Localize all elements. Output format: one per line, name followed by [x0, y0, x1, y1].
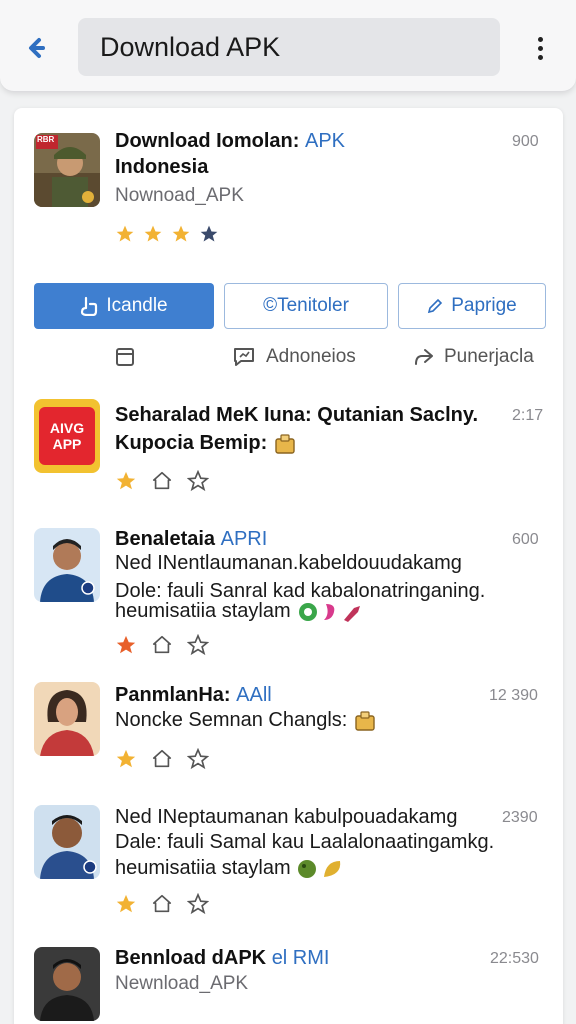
- item-1-count: 2:17: [512, 407, 544, 424]
- star-outline-icon[interactable]: [187, 634, 209, 656]
- featured-subtitle: Nownoad_APK: [115, 185, 244, 206]
- item-3-count: 12 390: [489, 687, 538, 704]
- item-2-line3: heumisatiia staylam: [115, 597, 366, 625]
- pencil-icon: [428, 298, 443, 314]
- item-4-line3: heumisatiia staylam: [115, 854, 346, 882]
- top-app-bar: Download APK: [0, 0, 576, 92]
- star-filled-icon: [116, 225, 134, 242]
- item-3-title-accent: AAll: [236, 684, 272, 706]
- item-5-title[interactable]: Bennload dAPK el RMI: [115, 945, 329, 971]
- home-outline-icon[interactable]: [151, 893, 173, 915]
- item-2-count: 600: [512, 531, 539, 548]
- featured-title[interactable]: Download Iomolan: APK: [115, 128, 345, 154]
- featured-title-accent: APK: [305, 130, 346, 152]
- featured-rating: [115, 224, 219, 244]
- package-icon: [355, 711, 375, 731]
- item-4-count: 2390: [502, 809, 538, 826]
- bookmark-action[interactable]: [114, 346, 146, 368]
- home-outline-icon[interactable]: [151, 634, 173, 656]
- results-card: RBR Download Iomolan: APK Indonesia Nown…: [14, 108, 563, 1024]
- item-1-title-line2: Kupocia Bemip:: [115, 430, 297, 456]
- item-1-actions: [115, 470, 209, 492]
- share-action[interactable]: Punerjacla: [412, 346, 534, 368]
- star-filled-icon: [144, 225, 162, 242]
- item-4-actions: [115, 893, 209, 915]
- comment-action[interactable]: Adnoneios: [232, 346, 356, 368]
- item-5-subtitle: Newnload_APK: [115, 973, 249, 994]
- item-2-title-text: Benaletaia: [115, 528, 216, 550]
- star-filled-icon[interactable]: [115, 748, 137, 770]
- back-arrow-icon[interactable]: [18, 30, 54, 66]
- item-5-title-text: Bennload dAPK: [115, 947, 267, 969]
- item-4-line3-text: heumisatiia staylam: [115, 857, 291, 879]
- item-3-title[interactable]: PanmlanHa: AAll: [115, 682, 272, 708]
- star-filled-icon[interactable]: [115, 634, 137, 656]
- item-3-actions: [115, 748, 209, 770]
- item-5-title-accent: el RMI: [271, 947, 330, 969]
- home-outline-icon[interactable]: [151, 748, 173, 770]
- more-vertical-icon[interactable]: [528, 30, 552, 66]
- search-query: Download APK: [100, 31, 281, 62]
- share-arrow-icon: [415, 349, 433, 365]
- chat-icon: [234, 348, 254, 366]
- home-outline-icon[interactable]: [151, 470, 173, 492]
- featured-title-line1: Download Iomolan:: [115, 130, 300, 152]
- app-thumbnail-2[interactable]: [34, 528, 100, 602]
- item-4-line2: Dale: fauli Samal kau Laalalonaatingamkg…: [115, 831, 495, 853]
- share-action-label: Punerjacla: [444, 346, 534, 367]
- item-2-actions: [115, 634, 209, 656]
- item-3-line1: Noncke Semnan Changls:: [115, 706, 377, 734]
- item-3-title-text: PanmlanHa:: [115, 684, 231, 706]
- featured-title-line2: Indonesia: [115, 156, 209, 178]
- star-filled-icon: [172, 225, 190, 242]
- item-4-line1[interactable]: Ned INeptaumanan kabulpouadakamg: [115, 803, 457, 831]
- star-dark-icon: [200, 225, 218, 242]
- thumb-1-text: AIVGAPP: [49, 420, 85, 452]
- emoji-group-icon: [299, 602, 361, 622]
- secondary-button-label: ©Tenitoler: [263, 295, 349, 316]
- app-thumbnail-4[interactable]: [34, 805, 100, 879]
- item-2-line3-text: heumisatiia staylam: [115, 600, 291, 622]
- item-2-line1: Ned INentlaumanan.kabeldouudakamg: [115, 552, 462, 574]
- comment-action-label: Adnoneios: [266, 346, 356, 367]
- star-filled-icon[interactable]: [115, 893, 137, 915]
- star-outline-icon[interactable]: [187, 893, 209, 915]
- star-outline-icon[interactable]: [187, 748, 209, 770]
- star-filled-icon[interactable]: [115, 470, 137, 492]
- star-outline-icon[interactable]: [187, 470, 209, 492]
- tertiary-button[interactable]: Paprige: [398, 283, 546, 329]
- item-3-line1-text: Noncke Semnan Changls:: [115, 709, 348, 731]
- install-button-label: Icandle: [106, 295, 168, 316]
- item-1-title-line1[interactable]: Seharalad MeK Iuna: Qutanian Saclny.: [115, 402, 478, 428]
- tertiary-button-label: Paprige: [451, 295, 517, 316]
- item-1-title-line2-text: Kupocia Bemip:: [115, 432, 268, 454]
- package-icon: [275, 434, 295, 454]
- emoji-pair-icon: [298, 859, 341, 878]
- secondary-button[interactable]: ©Tenitoler: [224, 283, 388, 329]
- featured-count: 900: [512, 133, 539, 150]
- install-button[interactable]: Icandle: [34, 283, 214, 329]
- item-5-count: 22:530: [490, 950, 539, 967]
- square-icon: [116, 348, 134, 366]
- app-thumbnail-featured[interactable]: RBR: [34, 133, 100, 207]
- app-thumbnail-5[interactable]: [34, 947, 100, 1021]
- app-thumbnail-1[interactable]: AIVGAPP: [34, 399, 100, 473]
- thumb-badge-text: RBR: [37, 135, 55, 144]
- item-2-title-accent: APRI: [220, 528, 268, 550]
- touch-icon: [81, 296, 98, 316]
- app-thumbnail-3[interactable]: [34, 682, 100, 756]
- search-input[interactable]: Download APK: [78, 18, 500, 76]
